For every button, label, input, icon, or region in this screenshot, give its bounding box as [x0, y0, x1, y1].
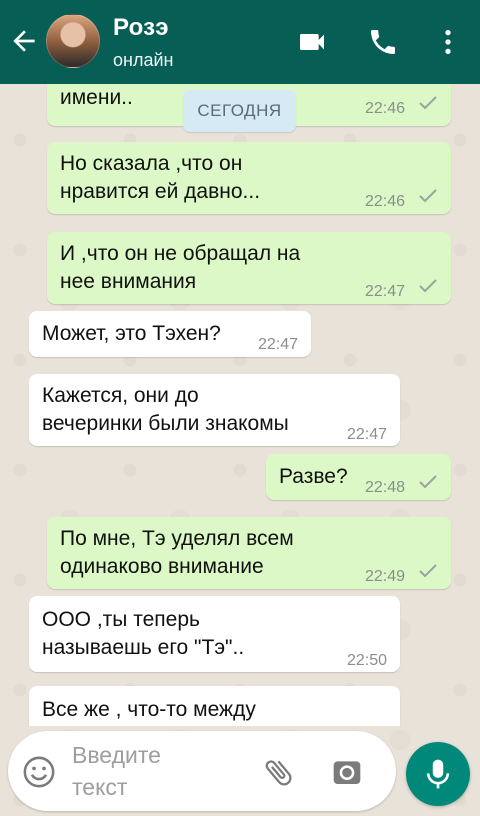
delivered-check-icon: [419, 96, 437, 110]
message-incoming[interactable]: ООО ,ты теперь называешь его "Тэ".. 22:5…: [29, 596, 400, 672]
placeholder-line: текст: [72, 774, 128, 800]
message-text: имени..: [60, 86, 133, 109]
message-text: И ,что он не обращал на: [60, 242, 301, 265]
message-text: нравится ей давно...: [60, 180, 261, 203]
microphone-icon: [426, 759, 450, 789]
video-call-icon[interactable]: [296, 26, 328, 58]
message-text: Но сказала ,что он: [60, 152, 243, 175]
message-text: вечеринки были знакомы: [42, 412, 289, 435]
message-outgoing[interactable]: Разве? 22:48: [266, 454, 451, 500]
message-time: 22:48: [365, 479, 406, 496]
delivered-check-icon: [419, 564, 437, 578]
message-text: одинаково внимание: [60, 555, 264, 578]
message-text: нее внимания: [60, 270, 197, 293]
message-time: 22:47: [347, 426, 388, 443]
date-separator: СЕГОДНЯ: [183, 90, 296, 132]
contact-avatar[interactable]: [46, 14, 100, 68]
voice-record-button[interactable]: [406, 742, 470, 806]
delivered-check-icon: [419, 475, 437, 489]
message-text: Кажется, они до: [42, 384, 199, 407]
message-list[interactable]: имени.. 22:46 СЕГОДНЯ Но сказала ,что он…: [0, 84, 480, 726]
camera-icon[interactable]: [331, 756, 363, 788]
message-time: 22:46: [365, 193, 406, 210]
more-options-icon[interactable]: [432, 26, 464, 58]
placeholder-line: Введите: [72, 742, 161, 768]
message-text: называешь его "Тэ"..: [42, 636, 245, 659]
contact-name[interactable]: Розэ: [113, 14, 169, 42]
delivered-check-icon: [419, 189, 437, 203]
paperclip-icon[interactable]: [262, 755, 296, 789]
message-time: 22:49: [365, 568, 406, 585]
message-input[interactable]: Введите текст: [72, 739, 222, 803]
back-arrow-icon[interactable]: [8, 25, 40, 57]
message-time: 22:47: [365, 283, 406, 300]
message-incoming[interactable]: Все же , что-то между: [29, 686, 400, 726]
message-incoming[interactable]: Кажется, они до вечеринки были знакомы 2…: [29, 374, 400, 446]
contact-status: онлайн: [113, 50, 174, 70]
message-text: Разве?: [279, 465, 348, 488]
message-outgoing[interactable]: Но сказала ,что он нравится ей давно... …: [47, 142, 451, 214]
message-time: 22:47: [258, 336, 299, 353]
chat-header: Розэ онлайн: [0, 0, 480, 84]
emoji-icon[interactable]: [22, 755, 56, 789]
message-time: 22:46: [365, 100, 406, 117]
message-text: Все же , что-то между: [42, 698, 256, 721]
message-outgoing[interactable]: И ,что он не обращал на нее внимания 22:…: [47, 232, 451, 304]
message-time: 22:50: [347, 652, 388, 669]
message-text: ООО ,ты теперь: [42, 608, 200, 631]
message-outgoing[interactable]: По мне, Тэ уделял всем одинаково внимани…: [47, 517, 451, 589]
phone-call-icon[interactable]: [367, 26, 399, 58]
message-text: По мне, Тэ уделял всем: [60, 527, 294, 550]
delivered-check-icon: [419, 279, 437, 293]
message-incoming[interactable]: Может, это Тэхен? 22:47: [29, 311, 311, 357]
message-composer: Введите текст: [8, 731, 396, 811]
message-text: Может, это Тэхен?: [42, 322, 221, 345]
